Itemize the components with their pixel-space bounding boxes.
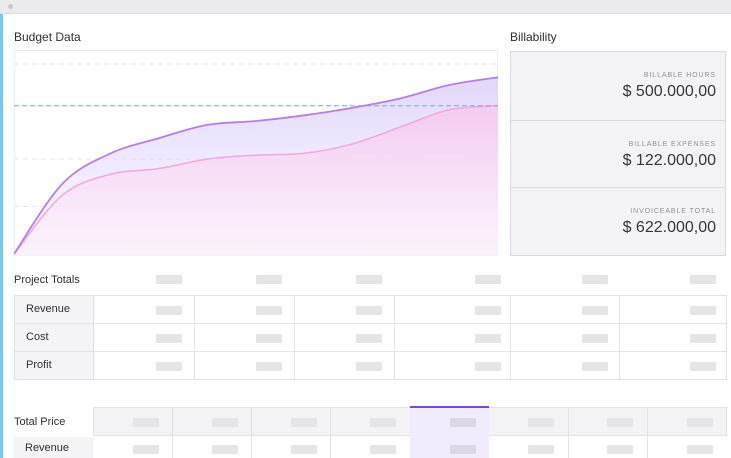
window-dot[interactable] <box>8 4 13 9</box>
window-top-bar <box>0 0 731 14</box>
project-totals-table: Revenue Cost Profit <box>14 295 727 380</box>
column-divider <box>330 407 331 458</box>
row-label-profit: Profit <box>15 352 94 379</box>
cell-placeholder <box>582 306 608 315</box>
budget-chart-svg <box>14 50 498 256</box>
header-placeholder <box>291 418 317 427</box>
column-divider <box>251 407 252 458</box>
header-placeholder <box>582 275 608 284</box>
cell-placeholder <box>475 362 501 371</box>
cell-placeholder <box>356 306 382 315</box>
cell-placeholder <box>582 334 608 343</box>
cell-placeholder <box>690 362 716 371</box>
billable-expenses-label: BILLABLE EXPENSES <box>628 141 716 148</box>
cell-placeholder <box>356 362 382 371</box>
billable-hours-value: $ 500.000,00 <box>622 83 716 100</box>
invoiceable-total-label: INVOICEABLE TOTAL <box>630 208 716 215</box>
header-placeholder <box>356 275 382 284</box>
cell-placeholder <box>156 334 182 343</box>
billable-expenses-card: BILLABLE EXPENSES $ 122.000,00 <box>511 121 725 188</box>
cell-placeholder <box>156 362 182 371</box>
budget-data-title: Budget Data <box>14 30 81 44</box>
window-left-accent <box>0 0 3 458</box>
cell-placeholder <box>528 445 554 454</box>
header-placeholder <box>528 418 554 427</box>
row-label-cost: Cost <box>15 324 94 351</box>
cell-placeholder <box>291 445 317 454</box>
cell-placeholder <box>690 306 716 315</box>
header-placeholder <box>256 275 282 284</box>
header-placeholder <box>450 418 476 427</box>
cell-placeholder <box>582 362 608 371</box>
row-label-revenue: Revenue <box>15 296 94 323</box>
header-placeholder <box>690 275 716 284</box>
cell-placeholder <box>256 306 282 315</box>
invoiceable-total-card: INVOICEABLE TOTAL $ 622.000,00 <box>511 188 725 255</box>
invoiceable-total-value: $ 622.000,00 <box>622 219 716 236</box>
billability-panel: BILLABLE HOURS $ 500.000,00 BILLABLE EXP… <box>510 51 726 256</box>
cell-placeholder <box>450 445 476 454</box>
header-placeholder <box>212 418 238 427</box>
cell-placeholder <box>156 306 182 315</box>
cell-placeholder <box>356 334 382 343</box>
cell-placeholder <box>475 306 501 315</box>
cell-placeholder <box>133 445 159 454</box>
cell-placeholder <box>607 445 633 454</box>
budget-chart <box>14 50 498 256</box>
cell-placeholder <box>475 334 501 343</box>
billable-expenses-value: $ 122.000,00 <box>622 152 716 169</box>
project-totals-title: Project Totals <box>14 274 80 286</box>
cell-placeholder <box>370 445 396 454</box>
row-label-revenue: Revenue <box>14 437 93 458</box>
table-row-profit[interactable]: Profit <box>15 352 726 379</box>
header-placeholder <box>607 418 633 427</box>
header-placeholder <box>133 418 159 427</box>
billable-hours-card: BILLABLE HOURS $ 500.000,00 <box>511 52 725 121</box>
billability-title: Billability <box>510 30 557 44</box>
total-price-title: Total Price <box>14 416 66 428</box>
cell-placeholder <box>690 334 716 343</box>
billable-hours-label: BILLABLE HOURS <box>643 72 716 79</box>
column-divider <box>647 407 648 458</box>
cell-placeholder <box>256 334 282 343</box>
header-placeholder <box>475 275 501 284</box>
table-row-cost[interactable]: Cost <box>15 324 726 352</box>
column-divider <box>568 407 569 458</box>
header-placeholder <box>370 418 396 427</box>
header-placeholder <box>687 418 713 427</box>
header-placeholder <box>156 275 182 284</box>
table-row-revenue[interactable]: Revenue <box>15 296 726 324</box>
column-divider <box>172 407 173 458</box>
cell-placeholder <box>687 445 713 454</box>
cell-placeholder <box>256 362 282 371</box>
cell-placeholder <box>212 445 238 454</box>
